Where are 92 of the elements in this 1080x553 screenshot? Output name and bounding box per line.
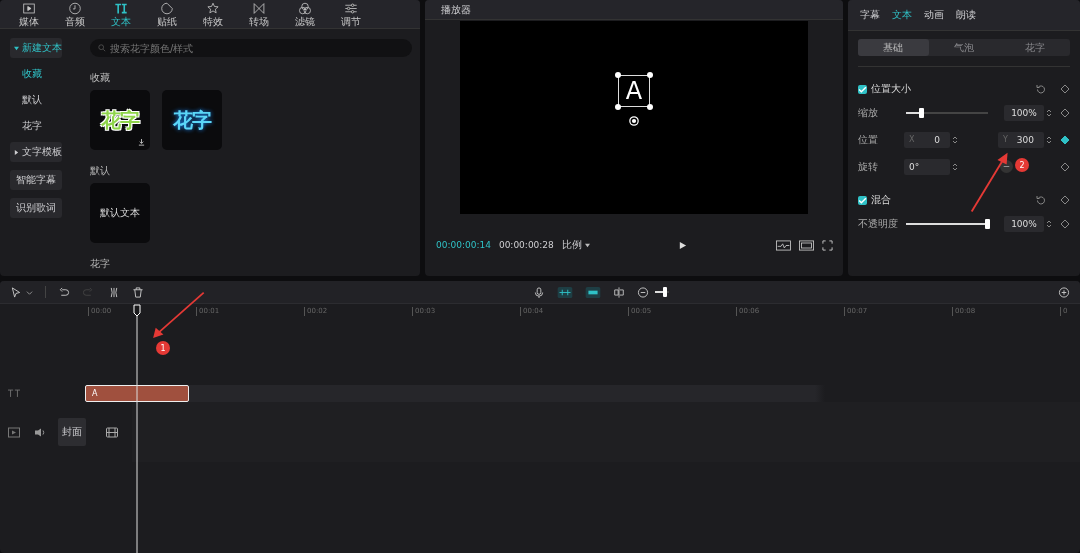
search-icon [98,44,106,52]
rotation-field[interactable]: 0° [904,158,950,175]
group-title: 位置大小 [871,82,911,96]
total-time: 00:00:00:28 [498,240,554,250]
waveform-icon[interactable] [776,239,791,251]
download-icon [138,139,145,146]
text-style-tile[interactable]: 默认文本 [90,183,150,243]
search-field[interactable]: 搜索花字颜色/样式 [90,39,412,57]
media-tab[interactable]: 调节 [336,0,366,28]
keyframe-icon[interactable] [1060,134,1070,145]
panel-title: 播放器 [441,2,471,17]
sticker-icon [160,1,174,15]
media-tab[interactable]: 媒体 [14,0,44,28]
checkbox[interactable] [858,84,867,94]
inspector-tab[interactable]: 朗读 [956,8,976,22]
circles-icon [298,1,312,15]
value-field[interactable]: 100% [1004,215,1044,232]
caret-icon [14,149,19,155]
reset-icon[interactable] [1036,195,1046,205]
inspector-tab[interactable]: 文本 [892,8,912,22]
align-icon[interactable] [613,286,625,298]
keyframe-icon[interactable] [1060,195,1070,205]
microphone-icon[interactable] [533,286,545,298]
property-label: 位置 [858,132,879,147]
property-label: 不透明度 [858,216,899,231]
video-icon [22,1,36,15]
inspector-tab[interactable]: 动画 [924,8,944,22]
caret-icon [14,45,19,51]
split-icon[interactable] [108,286,120,298]
group-title: 混合 [871,193,891,207]
stepper-icon[interactable] [1046,107,1052,118]
sub-tab[interactable]: 气泡 [928,39,1000,56]
text-track-icon [8,389,20,398]
media-tab[interactable]: 贴纸 [152,0,182,28]
property-label: 缩放 [858,105,879,120]
section-title: 花字 [90,257,111,271]
keyframe-icon[interactable] [1060,161,1070,172]
speaker-icon[interactable] [34,426,46,438]
property-label: 旋转 [858,159,879,174]
caret-icon [584,242,590,248]
ratio-dropdown[interactable]: 比例 [561,238,590,252]
clock-icon [68,1,82,15]
playhead[interactable] [133,304,141,553]
checkbox[interactable] [858,195,867,205]
stepper-icon[interactable] [1046,218,1052,229]
keyframe-icon[interactable] [1060,84,1070,94]
link-icon[interactable] [557,286,573,298]
current-time: 00:00:00:14 [436,240,491,250]
zoom-in-icon[interactable] [1058,286,1070,298]
keyframe-icon[interactable] [1060,107,1070,118]
star-icon [206,1,220,15]
text-style-tile[interactable]: 花字 [90,90,150,150]
delete-icon[interactable] [132,286,144,298]
inspector-tab[interactable]: 字幕 [860,8,880,22]
cover-button[interactable]: 封面 [58,418,86,446]
undo-icon[interactable] [58,286,70,298]
sidebar-group[interactable]: 文字模板 [10,142,62,162]
sidebar-button[interactable]: 智能字幕 [10,170,62,190]
sidebar-group[interactable]: 新建文本 [10,38,62,58]
zoom-out-icon[interactable] [637,286,649,298]
text-icon [114,1,128,15]
sidebar-item[interactable]: 收藏 [10,64,76,84]
magnet-icon[interactable] [585,286,601,298]
rotate-handle-icon[interactable] [629,116,639,126]
text-selection-box[interactable]: A [618,75,650,107]
value-field[interactable]: 100% [1004,104,1044,121]
section-title: 默认 [90,164,111,178]
cursor-icon[interactable] [10,286,22,298]
keyframe-icon[interactable] [1060,218,1070,229]
sidebar-item[interactable]: 默认 [10,90,76,110]
stepper-icon[interactable] [952,161,958,172]
video-track-icon [8,426,20,438]
media-tab[interactable]: 滤镜 [290,0,320,28]
sub-tab[interactable]: 花字 [999,39,1070,56]
media-tab[interactable]: 转场 [244,0,274,28]
frame-icon[interactable] [799,239,814,251]
sidebar-item[interactable]: 花字 [10,116,76,136]
stepper-icon[interactable] [1046,134,1052,145]
bowtie-icon [252,1,266,15]
section-title: 收藏 [90,71,111,85]
play-icon[interactable] [678,240,688,250]
text-style-tile[interactable]: 花字 [162,90,222,150]
fullscreen-icon[interactable] [822,239,833,251]
sidebar-button[interactable]: 识别歌词 [10,198,62,218]
film-icon[interactable] [106,426,118,438]
text-clip[interactable]: A [85,385,189,402]
stepper-icon[interactable] [952,134,958,145]
sub-tab[interactable]: 基础 [858,39,929,56]
media-tab[interactable]: 音频 [60,0,90,28]
media-tab[interactable]: 文本 [106,0,136,28]
reset-icon[interactable] [1036,84,1046,94]
media-tab[interactable]: 特效 [198,0,228,28]
